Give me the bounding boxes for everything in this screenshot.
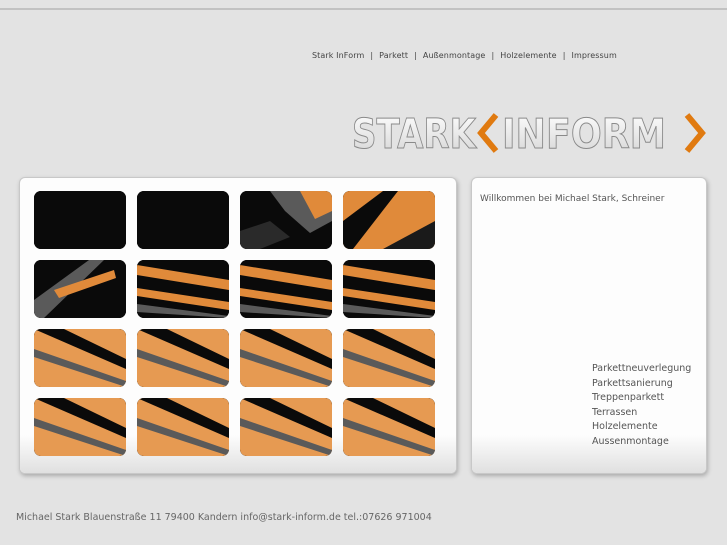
nav-link-stark-inform[interactable]: Stark InForm [312,51,364,60]
gallery-thumbnail[interactable] [343,260,435,318]
nav-link-impressum[interactable]: Impressum [572,51,617,60]
menu-item-treppenparkett[interactable]: Treppenparkett [592,391,691,406]
menu-item-parkettsanierung[interactable]: Parkettsanierung [592,377,691,392]
menu-item-aussenmontage[interactable]: Aussenmontage [592,435,691,450]
gallery-thumbnail[interactable] [34,329,126,387]
gallery-thumbnail[interactable] [137,260,229,318]
nav-separator: | [491,51,495,60]
stark-inform-logo[interactable]: STARK INFORM [350,110,710,159]
footer-address: Michael Stark Blauenstraße 11 79400 Kand… [16,512,432,523]
menu-link[interactable]: Terrassen [592,407,637,418]
gallery-thumbnail[interactable] [343,191,435,249]
menu-item-terrassen[interactable]: Terrassen [592,406,691,421]
menu-link[interactable]: Parkettsanierung [592,378,673,389]
svg-text:STARK: STARK [352,112,478,154]
nav-separator: | [562,51,566,60]
welcome-text: Willkommen bei Michael Stark, Schreiner [480,194,665,204]
nav-link-holzelemente[interactable]: Holzelemente [500,51,556,60]
gallery-thumbnail[interactable] [240,329,332,387]
gallery-thumbnail[interactable] [34,191,126,249]
nav-separator: | [414,51,417,60]
content-panel: Willkommen bei Michael Stark, Schreiner … [471,177,707,474]
gallery-thumbnail[interactable] [34,398,126,456]
menu-item-holzelemente[interactable]: Holzelemente [592,420,691,435]
nav-link-parkett[interactable]: Parkett [379,51,408,60]
nav-link-aussenmontage[interactable]: Außenmontage [423,51,486,60]
gallery-thumbnail[interactable] [240,260,332,318]
gallery-thumbnail[interactable] [343,398,435,456]
gallery-thumbnail[interactable] [137,398,229,456]
gallery-thumbnail[interactable] [343,329,435,387]
gallery-panel [19,177,457,474]
nav-separator: | [370,51,374,60]
menu-link[interactable]: Treppenparkett [592,392,664,403]
gallery-thumbnail[interactable] [137,191,229,249]
gallery-thumbnail[interactable] [240,191,332,249]
gallery-thumbnail[interactable] [240,398,332,456]
top-navigation: Stark InForm | Parkett | Außenmontage | Holzel… [312,51,617,60]
svg-text:INFORM: INFORM [502,112,666,154]
menu-link[interactable]: Aussenmontage [592,436,669,447]
gallery-thumbnail[interactable] [34,260,126,318]
menu-link[interactable]: Parkettneuverlegung [592,363,691,374]
top-divider [0,8,727,10]
menu-item-parkettneuverlegung[interactable]: Parkettneuverlegung [592,362,691,377]
menu-link[interactable]: Holzelemente [592,421,658,432]
gallery-thumbnail[interactable] [137,329,229,387]
service-menu: Parkettneuverlegung Parkettsanierung Tre… [592,362,691,449]
